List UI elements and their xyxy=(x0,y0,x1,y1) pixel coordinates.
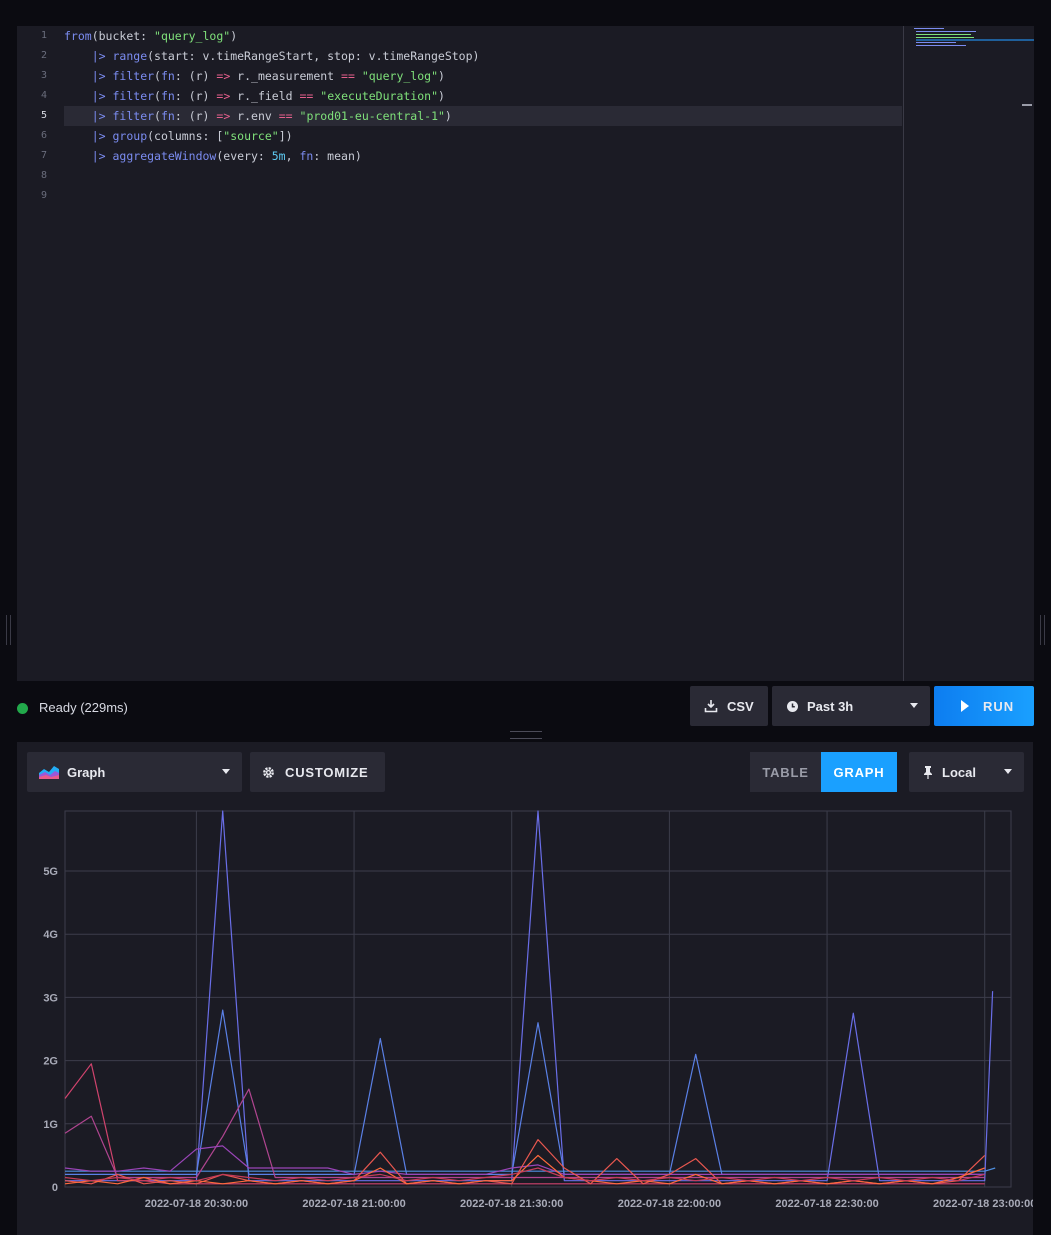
x-tick-label: 2022-07-18 20:30:00 xyxy=(145,1198,248,1210)
chevron-down-icon xyxy=(910,703,918,708)
run-button[interactable]: RUN xyxy=(934,686,1034,726)
gear-icon xyxy=(263,766,274,778)
table-view-toggle[interactable]: TABLE xyxy=(750,752,821,792)
code-line[interactable]: |> filter(fn: (r) => r._field == "execut… xyxy=(64,86,445,106)
timezone-dropdown[interactable]: Local xyxy=(909,752,1024,792)
graph-type-icon xyxy=(39,766,59,779)
visualization-type-label: Graph xyxy=(67,764,106,780)
status-text: Ready (229ms) xyxy=(39,700,128,715)
status-indicator xyxy=(17,703,28,714)
x-tick-label: 2022-07-18 23:00:00 xyxy=(933,1198,1033,1210)
panel-resize-handle[interactable] xyxy=(510,731,542,739)
x-tick-label: 2022-07-18 22:00:00 xyxy=(618,1198,721,1210)
y-tick-label: 4G xyxy=(43,929,58,941)
minimap-slider[interactable] xyxy=(1022,104,1032,106)
timezone-label: Local xyxy=(942,764,976,780)
chevron-down-icon xyxy=(1004,769,1012,774)
code-line[interactable]: from(bucket: "query_log") xyxy=(64,26,237,46)
line-number: 3 xyxy=(40,70,47,81)
x-tick-label: 2022-07-18 21:00:00 xyxy=(302,1198,405,1210)
clock-icon xyxy=(787,700,798,712)
left-resize-handle[interactable] xyxy=(6,615,11,645)
pin-icon xyxy=(924,765,932,779)
y-tick-label: 2G xyxy=(43,1056,58,1068)
y-tick-label: 1G xyxy=(43,1119,58,1131)
minimap-preview xyxy=(914,28,1038,46)
x-tick-label: 2022-07-18 22:30:00 xyxy=(775,1198,878,1210)
play-icon xyxy=(961,700,969,712)
y-tick-label: 3G xyxy=(43,992,58,1004)
code-line[interactable]: |> aggregateWindow(every: 5m, fn: mean) xyxy=(64,146,362,166)
plot-frame xyxy=(64,810,1012,1188)
line-number-gutter: 1 2 3 4 5 6 7 8 9 xyxy=(17,26,57,681)
line-number: 8 xyxy=(40,170,47,181)
line-number: 6 xyxy=(40,130,47,141)
line-number: 2 xyxy=(40,50,47,61)
download-icon xyxy=(704,700,718,713)
code-line[interactable]: |> group(columns: ["source"]) xyxy=(64,126,293,146)
customize-button[interactable]: CUSTOMIZE xyxy=(250,752,385,792)
csv-label: CSV xyxy=(727,698,754,714)
customize-label: CUSTOMIZE xyxy=(285,764,369,780)
graph-view-toggle[interactable]: GRAPH xyxy=(821,752,897,792)
line-number: 7 xyxy=(40,150,47,161)
visualization-panel: Graph CUSTOMIZE TABLE GRAPH Local 0 1G 2G 3… xyxy=(17,742,1033,1235)
time-range-dropdown[interactable]: Past 3h xyxy=(772,686,930,726)
line-number: 9 xyxy=(40,190,47,201)
line-chart[interactable]: 0 1G 2G 3G 4G 5G 2022-07-18 20:30:00 2022-07-18… xyxy=(17,800,1033,1235)
minimap[interactable] xyxy=(903,26,1038,681)
series-line xyxy=(64,1145,985,1175)
time-range-label: Past 3h xyxy=(807,698,854,714)
line-number: 4 xyxy=(40,90,47,101)
code-line[interactable]: |> filter(fn: (r) => r._measurement == "… xyxy=(64,66,445,86)
x-tick-label: 2022-07-18 21:30:00 xyxy=(460,1198,563,1210)
chevron-down-icon xyxy=(222,769,230,774)
right-resize-handle[interactable] xyxy=(1040,615,1045,645)
code-editor[interactable]: 1 2 3 4 5 6 7 8 9 from(bucket: "query_log") |> r… xyxy=(17,26,1038,681)
visualization-type-dropdown[interactable]: Graph xyxy=(27,752,242,792)
run-label: RUN xyxy=(983,698,1015,714)
csv-download-button[interactable]: CSV xyxy=(690,686,768,726)
y-tick-label: 5G xyxy=(43,866,58,878)
line-number: 1 xyxy=(40,30,47,41)
y-tick-label: 0 xyxy=(52,1182,58,1194)
code-line[interactable]: |> range(start: v.timeRangeStart, stop: … xyxy=(64,46,480,66)
code-line[interactable]: |> filter(fn: (r) => r.env == "prod01-eu… xyxy=(64,106,452,126)
line-number: 5 xyxy=(40,110,47,121)
view-toggle: TABLE GRAPH xyxy=(750,752,897,792)
